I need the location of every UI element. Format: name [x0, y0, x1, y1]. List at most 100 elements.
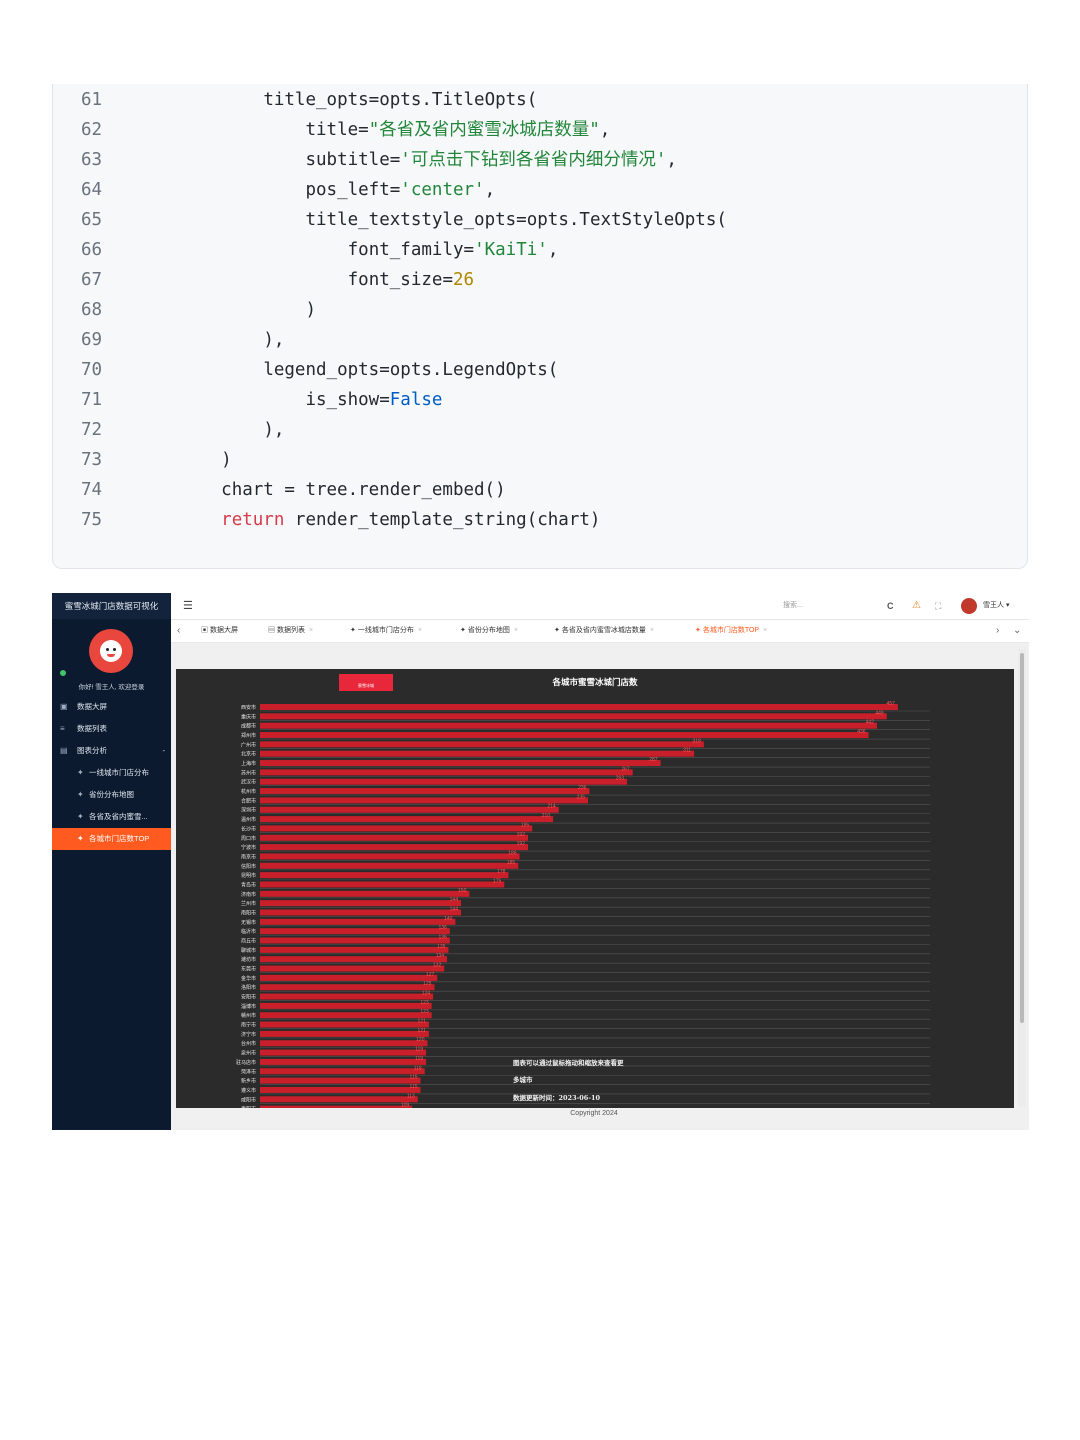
code-token: return [221, 510, 285, 530]
category-label: 淄博市 [241, 1003, 256, 1010]
category-label: 新乡市 [241, 1078, 256, 1085]
category-label: 上海市 [241, 760, 256, 767]
bar [260, 928, 450, 935]
category-label: 西安市 [241, 704, 256, 711]
user-avatar[interactable] [961, 598, 977, 614]
tab[interactable]: ✦ 各城市门店数TOP × [695, 620, 767, 642]
chart-annotation: 数据更新时间：2023-06-10 [513, 1093, 601, 1102]
bar-chart[interactable]: 蜜雪冰城 各城市蜜雪冰城门店数西安市 457 重庆市 449 成都市 442 郑州市 436 广州… [176, 669, 1014, 1108]
code-token: , [547, 240, 559, 260]
notification-icon[interactable]: ⚠ [912, 593, 921, 619]
sidebar-subitem[interactable]: ✦ 一线城市门店分布 [52, 762, 171, 784]
tabs-next-icon[interactable]: › [996, 620, 999, 642]
copyright-text: Copyright 2024 [570, 1110, 618, 1117]
sidebar-item[interactable]: ≡ 数据列表 [52, 718, 171, 740]
app-screenshot: 蜜雪冰城门店数据可视化 你好! 雪王人, 欢迎登录 ▣ 数据大屏 ≡ 数据列表 ▤ 图表分… [52, 593, 1029, 1130]
line-number: 64 [81, 180, 103, 200]
value-label: 135 [437, 944, 446, 950]
bullet-icon: ✦ [77, 812, 84, 821]
tab[interactable]: ▣ 数据大屏 [201, 620, 238, 642]
category-label: 贵阳市 [241, 1106, 256, 1108]
tab[interactable]: ✦ 各省及省内蜜雪冰城店数量 × [554, 620, 654, 642]
category-label: 潍坊市 [241, 956, 256, 963]
bar [260, 974, 438, 981]
menu-toggle-icon[interactable]: ☰ [183, 593, 193, 619]
collapse-icon[interactable]: - [163, 740, 166, 762]
value-label: 119 [415, 1056, 423, 1062]
category-label: 广州市 [241, 741, 256, 748]
value-label: 144 [450, 897, 459, 903]
value-label: 442 [866, 720, 875, 726]
value-label: 121 [418, 1019, 427, 1025]
category-label: 南阳市 [241, 909, 256, 916]
tab-icon: ▤ [268, 627, 275, 634]
bar [260, 937, 450, 944]
value-label: 214 [547, 804, 556, 810]
category-label: 济南市 [241, 891, 256, 898]
tab-close-icon[interactable]: × [763, 627, 767, 634]
tab[interactable]: ▤ 数据列表 × [268, 620, 313, 642]
sidebar-subitem[interactable]: ✦ 省份分布地图 [52, 784, 171, 806]
tab-close-icon[interactable]: × [418, 627, 422, 634]
category-label: 安阳市 [241, 994, 256, 1001]
tab[interactable]: ✦ 省份分布地图 × [460, 620, 518, 642]
category-label: 苏州市 [241, 769, 256, 776]
code-token: ) [221, 450, 232, 470]
category-label: 金华市 [241, 975, 256, 982]
value-label: 178 [497, 869, 506, 875]
value-label: 124 [422, 991, 431, 997]
bar [260, 825, 533, 832]
bar [260, 1058, 427, 1065]
value-label: 121 [418, 1028, 427, 1034]
tabs-more-icon[interactable]: ⌄ [1013, 620, 1021, 642]
chart-title: 各城市蜜雪冰城门店数 [551, 677, 638, 688]
code-token: legend_opts=opts.LegendOpts( [263, 360, 559, 380]
sidebar-subitem[interactable]: ✦ 各城市门店数TOP [52, 828, 171, 850]
bar [260, 1040, 428, 1047]
tab-close-icon[interactable]: × [309, 627, 313, 634]
code-token: "各省及省内蜜雪冰城店数量" [368, 120, 600, 140]
bullet-icon: ✦ [77, 834, 84, 843]
value-label: 136 [438, 935, 447, 941]
tab-label: 数据大屏 [209, 627, 238, 634]
value-label: 457 [887, 701, 896, 707]
bar [260, 760, 661, 767]
value-label: 185 [507, 860, 516, 866]
code-token: 'center' [400, 180, 485, 200]
tab-icon: ▣ [201, 627, 208, 634]
bullet-icon: ✦ [77, 768, 84, 777]
line-number: 69 [81, 330, 103, 350]
search-input[interactable]: 搜索... [783, 593, 803, 619]
line-number: 61 [81, 90, 103, 110]
category-label: 兰州市 [241, 900, 256, 907]
user-menu[interactable]: 雪王人 ▾ [983, 593, 1009, 619]
code-token: title_textstyle_opts=opts.TextStyleOpts( [305, 210, 727, 230]
tabs-prev-icon[interactable]: ‹ [177, 620, 180, 642]
bar [260, 881, 505, 888]
tab-label: 各城市门店数TOP [702, 627, 760, 634]
sidebar-item[interactable]: ▤ 图表分析 - [52, 740, 171, 762]
value-label: 134 [436, 953, 445, 959]
tab-icon: ✦ [554, 627, 560, 634]
value-label: 175 [493, 878, 502, 884]
category-label: 济宁市 [241, 1031, 256, 1038]
bar [260, 993, 434, 1000]
tab-close-icon[interactable]: × [514, 627, 518, 634]
scrollbar-thumb[interactable] [1020, 653, 1024, 1023]
bar [260, 862, 519, 869]
category-label: 温州市 [241, 816, 256, 823]
code-token: subtitle= [305, 150, 401, 170]
fullscreen-icon[interactable]: ⛶ [935, 593, 941, 619]
value-label: 140 [444, 916, 453, 922]
line-number: 72 [81, 420, 103, 440]
category-label: 重庆市 [241, 713, 256, 720]
tab-close-icon[interactable]: × [650, 627, 654, 634]
tab[interactable]: ✦ 一线城市门店分布 × [350, 620, 422, 642]
sidebar-subitem[interactable]: ✦ 各省及省内蜜雪... [52, 806, 171, 828]
value-label: 113 [407, 1093, 415, 1099]
line-number: 75 [81, 510, 103, 530]
sidebar-item[interactable]: ▣ 数据大屏 [52, 696, 171, 718]
bar [260, 1105, 413, 1108]
refresh-icon[interactable]: C [887, 593, 894, 619]
bar [260, 797, 589, 804]
